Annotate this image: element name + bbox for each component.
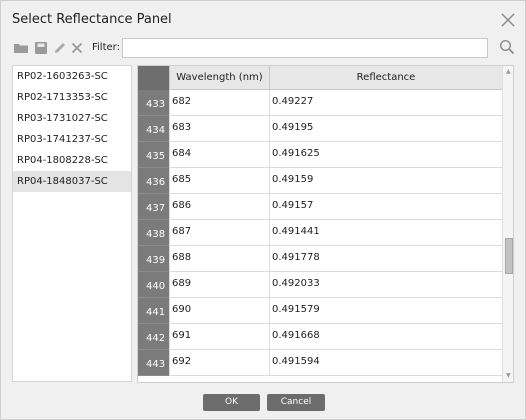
table-row[interactable]: 435 684 0.491625	[138, 142, 502, 168]
row-number: 437	[138, 194, 169, 220]
edit-icon[interactable]	[52, 41, 68, 55]
scroll-thumb[interactable]	[505, 238, 513, 274]
wavelength-cell[interactable]: 691	[169, 324, 269, 350]
wavelength-cell[interactable]: 689	[169, 272, 269, 298]
reflectance-cell[interactable]: 0.49159	[269, 168, 502, 194]
close-icon[interactable]	[499, 11, 517, 29]
panel-list-item[interactable]: RP02-1603263-SC	[13, 66, 131, 87]
row-number: 433	[138, 90, 169, 116]
wavelength-cell[interactable]: 688	[169, 246, 269, 272]
reflectance-cell[interactable]: 0.491778	[269, 246, 502, 272]
panel-list-item[interactable]: RP02-1713353-SC	[13, 87, 131, 108]
wavelength-cell[interactable]: 683	[169, 116, 269, 142]
table-row[interactable]: 440 689 0.492033	[138, 272, 502, 298]
row-number: 442	[138, 324, 169, 350]
wavelength-cell[interactable]: 686	[169, 194, 269, 220]
table-header-corner	[138, 66, 169, 90]
wavelength-cell[interactable]: 685	[169, 168, 269, 194]
row-number: 434	[138, 116, 169, 142]
search-icon[interactable]	[499, 39, 515, 55]
panel-list-item[interactable]: RP03-1741237-SC	[13, 129, 131, 150]
row-number: 440	[138, 272, 169, 298]
table-row[interactable]: 441 690 0.491579	[138, 298, 502, 324]
wavelength-cell[interactable]: 692	[169, 350, 269, 376]
wavelength-cell[interactable]: 690	[169, 298, 269, 324]
wavelength-cell[interactable]: 682	[169, 90, 269, 116]
row-number: 443	[138, 350, 169, 376]
reflectance-cell[interactable]: 0.491579	[269, 298, 502, 324]
cancel-button[interactable]: Cancel	[267, 394, 325, 411]
table-row[interactable]: 433 682 0.49227	[138, 90, 502, 116]
table-row[interactable]: 439 688 0.491778	[138, 246, 502, 272]
table-row[interactable]: 442 691 0.491668	[138, 324, 502, 350]
table-scrollbar[interactable]: ▲ ▼	[502, 66, 513, 382]
reflectance-cell[interactable]: 0.491668	[269, 324, 502, 350]
ok-button[interactable]: OK	[203, 394, 260, 411]
row-number: 435	[138, 142, 169, 168]
dialog-title: Select Reflectance Panel	[12, 12, 172, 27]
reflectance-cell[interactable]: 0.491625	[269, 142, 502, 168]
reflectance-cell[interactable]: 0.49227	[269, 90, 502, 116]
panel-list-item[interactable]: RP03-1731027-SC	[13, 108, 131, 129]
select-reflectance-panel-dialog: Select Reflectance Panel Filter: RP02-16…	[0, 0, 526, 420]
wavelength-cell[interactable]: 684	[169, 142, 269, 168]
panel-list-item[interactable]: RP04-1808228-SC	[13, 150, 131, 171]
save-icon[interactable]	[33, 41, 49, 55]
filter-label: Filter:	[92, 42, 120, 53]
delete-icon[interactable]	[69, 41, 85, 55]
reflectance-cell[interactable]: 0.492033	[269, 272, 502, 298]
row-number: 436	[138, 168, 169, 194]
reflectance-table: Wavelength (nm) Reflectance 433 682 0.49…	[137, 65, 514, 383]
wavelength-cell[interactable]: 687	[169, 220, 269, 246]
panel-list-item-selected[interactable]: RP04-1848037-SC	[13, 171, 131, 192]
column-header-reflectance[interactable]: Reflectance	[269, 66, 502, 90]
table-row[interactable]: 443 692 0.491594	[138, 350, 502, 376]
filter-input[interactable]	[122, 38, 488, 58]
row-number: 438	[138, 220, 169, 246]
panel-list: RP02-1603263-SC RP02-1713353-SC RP03-173…	[12, 65, 132, 382]
folder-icon[interactable]	[13, 41, 29, 55]
reflectance-cell[interactable]: 0.491441	[269, 220, 502, 246]
row-number: 439	[138, 246, 169, 272]
table-row[interactable]: 437 686 0.49157	[138, 194, 502, 220]
row-number: 441	[138, 298, 169, 324]
reflectance-cell[interactable]: 0.49195	[269, 116, 502, 142]
column-header-wavelength[interactable]: Wavelength (nm)	[169, 66, 269, 90]
table-row[interactable]: 436 685 0.49159	[138, 168, 502, 194]
scroll-up-arrow-icon[interactable]: ▲	[506, 68, 511, 76]
table-row[interactable]: 434 683 0.49195	[138, 116, 502, 142]
table-row[interactable]: 438 687 0.491441	[138, 220, 502, 246]
reflectance-cell[interactable]: 0.491594	[269, 350, 502, 376]
scroll-down-arrow-icon[interactable]: ▼	[506, 372, 511, 380]
reflectance-cell[interactable]: 0.49157	[269, 194, 502, 220]
